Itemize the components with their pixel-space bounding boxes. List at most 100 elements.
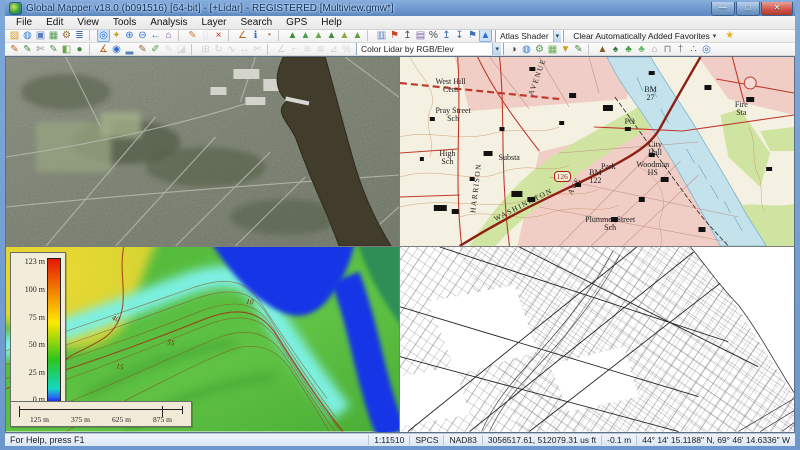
clear-favorites-button[interactable]: Clear Automatically Added Favorites ▾ — [567, 30, 722, 43]
profile-line-icon[interactable]: ▂ — [123, 43, 136, 56]
close-button[interactable]: ✕ — [761, 2, 793, 16]
menu-item[interactable]: Help — [314, 17, 349, 28]
parallel-line-icon[interactable]: ≋ — [301, 43, 314, 56]
right-angle-icon[interactable]: ⌐ — [288, 43, 301, 56]
terrain-compare-icon[interactable]: ▲ — [338, 30, 351, 43]
minimize-button[interactable]: — — [711, 2, 735, 16]
zoom-tool-icon[interactable]: ◎ — [97, 30, 110, 43]
previous-view-icon[interactable]: ← — [149, 30, 162, 43]
classify-noise-icon[interactable]: ∴ — [687, 43, 700, 56]
edit-vertices-icon[interactable]: ✎ — [8, 43, 21, 56]
terrain-layers-icon[interactable]: ▲ — [325, 30, 338, 43]
filter-lidar-icon[interactable]: ▼ — [559, 43, 572, 56]
menu-item[interactable]: Edit — [39, 17, 70, 28]
pane-elevation-grid[interactable]: 123 m100 m75 m50 m25 m0 m 40 10 55 15 12… — [6, 247, 399, 432]
scale-feature-icon[interactable]: % — [340, 43, 353, 56]
menu-item[interactable]: File — [9, 17, 39, 28]
move-vertex-icon[interactable]: ✎ — [21, 43, 34, 56]
menu-item[interactable]: View — [70, 17, 106, 28]
configuration-icon[interactable]: ⚙ — [60, 30, 73, 43]
status-segment: NAD83 — [443, 435, 481, 445]
watershed-icon[interactable]: ▲ — [299, 30, 312, 43]
walk-mode-icon[interactable]: ↥ — [401, 30, 414, 43]
classify-low-vegetation-icon[interactable]: ♠ — [609, 43, 622, 56]
digitizer-tool-icon[interactable]: ✎ — [186, 30, 199, 43]
maximize-button[interactable]: □ — [736, 2, 760, 16]
terrain-painting-icon[interactable]: ▲ — [312, 30, 325, 43]
shader-select[interactable]: Atlas Shader ▾ — [495, 30, 564, 43]
3d-view-icon[interactable]: ▲ — [479, 30, 492, 43]
notebook-icon[interactable]: ▤ — [414, 30, 427, 43]
freehand-draw-icon[interactable]: ✎ — [136, 43, 149, 56]
perpendicular-line-icon[interactable]: ≌ — [314, 43, 327, 56]
rotate-feature-icon[interactable]: ↻ — [212, 43, 225, 56]
legend-tick-label: 123 m — [25, 258, 45, 266]
sort-ascending-icon[interactable]: ↥ — [440, 30, 453, 43]
paint-area-icon[interactable]: ✐ — [149, 43, 162, 56]
zoom-in-icon[interactable]: ⊕ — [123, 30, 136, 43]
menu-item[interactable]: Tools — [106, 17, 143, 28]
menu-item[interactable]: Analysis — [143, 17, 194, 28]
full-view-icon[interactable]: ⌂ — [162, 30, 175, 43]
save-workspace-icon[interactable]: ▣ — [34, 30, 47, 43]
offset-feature-icon[interactable]: ↔ — [238, 43, 251, 56]
gps-flag-icon[interactable]: ⚑ — [466, 30, 479, 43]
measure-tool-icon[interactable]: ∠ — [236, 30, 249, 43]
coordinate-entry-icon[interactable]: ∡ — [97, 43, 110, 56]
pane-aerial-imagery[interactable] — [6, 57, 399, 246]
pane-vector-map[interactable] — [400, 247, 794, 432]
open-file-icon[interactable]: ▨ — [8, 30, 21, 43]
classify-ground-icon[interactable]: ▲ — [596, 43, 609, 56]
lidar-time-icon[interactable]: ◑ — [507, 43, 520, 56]
classify-canopy-icon[interactable]: ♣ — [635, 43, 648, 56]
lidar-grid-icon[interactable]: ▦ — [546, 43, 559, 56]
view-shed-icon[interactable]: ▲ — [286, 30, 299, 43]
reshape-feature-icon[interactable]: ∿ — [225, 43, 238, 56]
menu-item[interactable]: Layer — [194, 17, 233, 28]
snap-angle-icon[interactable]: ∠ — [275, 43, 288, 56]
percent-icon[interactable]: % — [427, 30, 440, 43]
mill-pond — [281, 71, 329, 99]
range-ring-icon[interactable]: ◉ — [110, 43, 123, 56]
create-area-icon[interactable]: ◧ — [60, 43, 73, 56]
lidar-settings-icon[interactable]: ⚙ — [533, 43, 546, 56]
map-label-west-hill-cem: West Hill Cem — [435, 78, 465, 94]
menu-item[interactable]: Search — [233, 17, 279, 28]
pane-topo-map[interactable]: West Hill Cem Pray Street Sch AVENUE BM … — [400, 57, 794, 246]
map-catalog-icon[interactable]: ▦ — [47, 30, 60, 43]
create-point-icon[interactable]: ● — [73, 43, 86, 56]
cut-feature-icon[interactable]: ✂ — [251, 43, 264, 56]
split-feature-icon[interactable]: ✄ — [34, 43, 47, 56]
download-online-imagery-icon[interactable]: ◍ — [21, 30, 34, 43]
move-feature-icon[interactable]: ⊞ — [199, 43, 212, 56]
edit-feature-icon[interactable]: ▯ — [199, 30, 212, 43]
map-layout-icon[interactable]: ▥ — [375, 30, 388, 43]
path-profile-icon[interactable]: ◔ — [262, 30, 275, 43]
lidar-search-icon[interactable]: ◎ — [700, 43, 713, 56]
lidar-globe-icon[interactable]: ◍ — [520, 43, 533, 56]
flatten-terrain-icon[interactable]: ▲ — [351, 30, 364, 43]
scale-bar-label: 375 m — [60, 415, 101, 424]
feature-info-icon[interactable]: ℹ — [249, 30, 262, 43]
favorites-star-icon[interactable]: ★ — [725, 30, 734, 41]
classify-building-icon[interactable]: ⌂ — [648, 43, 661, 56]
delete-feature-icon[interactable]: × — [212, 30, 225, 43]
map-label-bm-122: BM 122 — [589, 169, 601, 185]
menu-item[interactable]: GPS — [279, 17, 314, 28]
lidar-color-select-value: Color Lidar by RGB/Elev — [361, 44, 488, 54]
lidar-color-select[interactable]: Color Lidar by RGB/Elev ▾ — [356, 43, 504, 56]
triangle-tool-icon[interactable]: ⊿ — [327, 43, 340, 56]
classify-tree-icon[interactable]: ♣ — [622, 43, 635, 56]
classify-powerline-icon[interactable]: ⊓ — [661, 43, 674, 56]
edit-lidar-icon[interactable]: ✎ — [572, 43, 585, 56]
zoom-out-icon[interactable]: ⊖ — [136, 30, 149, 43]
erase-feature-icon[interactable]: ◪ — [175, 43, 188, 56]
edit-selected-icon[interactable]: ✎ — [162, 43, 175, 56]
sort-descending-icon[interactable]: ↧ — [453, 30, 466, 43]
pan-tool-icon[interactable]: ✦ — [110, 30, 123, 43]
toolbar-separator — [89, 30, 94, 41]
trace-feature-icon[interactable]: ✎ — [47, 43, 60, 56]
overlay-control-center-icon[interactable]: ≣ — [73, 30, 86, 43]
classify-pole-icon[interactable]: † — [674, 43, 687, 56]
flag-icon[interactable]: ⚑ — [388, 30, 401, 43]
